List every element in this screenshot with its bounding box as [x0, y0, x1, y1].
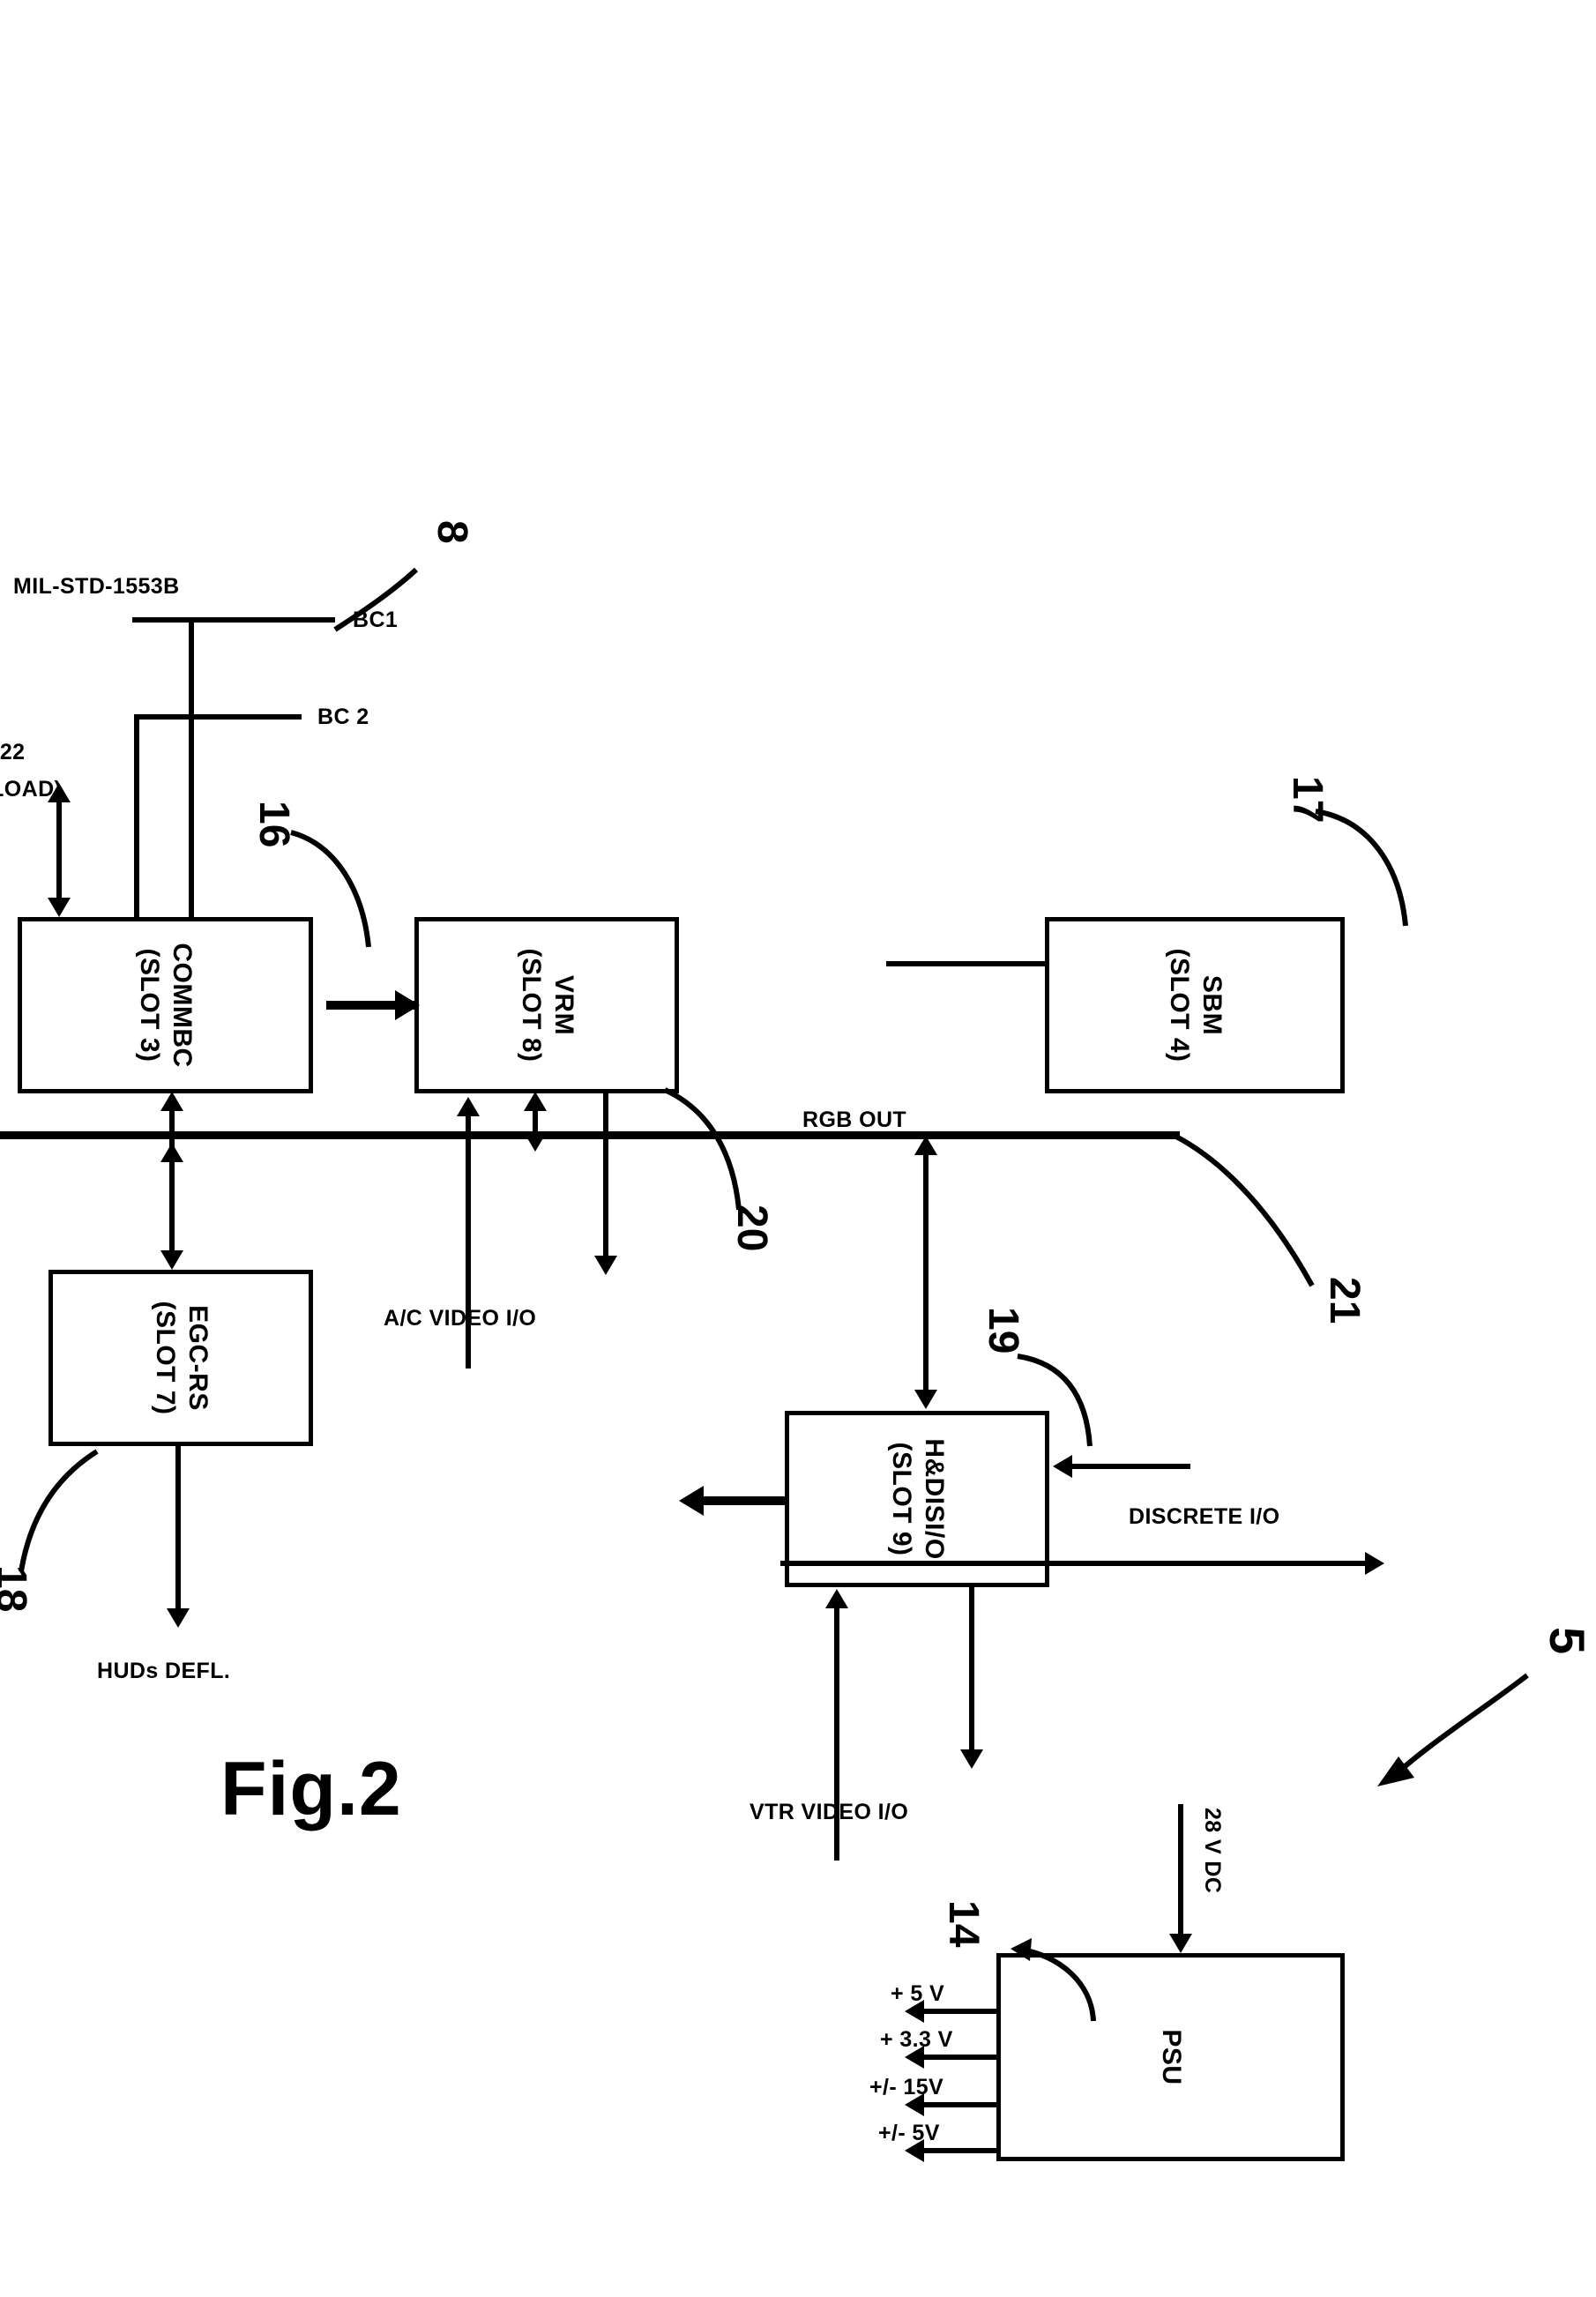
ac-video-in-arrowhead — [457, 1097, 480, 1116]
block-slot4-label-2: (SLOT 4) — [1165, 948, 1194, 1063]
bus-slot9-arrow-left — [914, 1136, 937, 1155]
psu-out-2-line — [919, 2055, 996, 2060]
block-slot8-label-2: (SLOT 8) — [517, 948, 546, 1063]
label-28vdc: 28 V DC — [1200, 1808, 1225, 1894]
sbm-to-vrm-v — [886, 961, 1045, 966]
psu-input-arrowhead — [1169, 1934, 1192, 1953]
ref-5-leader — [1377, 1673, 1529, 1786]
bus-slot4-arrow-left — [524, 1092, 547, 1111]
vtr-out-arrowhead — [960, 1749, 983, 1769]
backplane-bus-line — [0, 1131, 1180, 1139]
diagram-stage: PSU 28 V DC 14 + 5 V + 3.3 V +/- 15V +/-… — [0, 0, 1596, 2297]
ref-8: 8 — [429, 520, 475, 544]
huds-defl-arrowhead — [167, 1608, 190, 1628]
label-mil-std-1553b: MIL-STD-1553B — [13, 574, 180, 599]
block-psu-label: PSU — [1156, 2029, 1186, 2085]
vtr-out-line — [969, 1587, 974, 1755]
discrete-in-arrowhead — [1053, 1455, 1072, 1478]
label-rs422-debug-1: RS422 — [0, 740, 26, 764]
block-slot7-label-2: (SLOT 7) — [151, 1301, 180, 1415]
psu-input-line — [1178, 1804, 1183, 1936]
ref-14: 14 — [940, 1900, 987, 1948]
bc2-stub — [134, 714, 139, 917]
label-psu-out-3: +/- 15V — [869, 2075, 944, 2099]
ref-5: 5 — [1540, 1627, 1595, 1655]
patent-figure-sheet: PSU 28 V DC 14 + 5 V + 3.3 V +/- 15V +/-… — [0, 0, 1596, 2297]
bus-slot7-arrow-right — [160, 1250, 183, 1270]
label-vtr-video-io: VTR VIDEO I/O — [750, 1800, 909, 1824]
label-rs422-debug-2: (DEBUG/DOWNLOAD) — [0, 777, 63, 802]
label-psu-out-2: + 3.3 V — [880, 2027, 953, 2052]
block-slot9-label-2: (SLOT 9) — [887, 1442, 916, 1556]
label-bc2: BC 2 — [317, 705, 369, 729]
bus-mid-arrow-left — [160, 1143, 183, 1162]
slot9-to-slot8-arrowhead — [679, 1486, 704, 1516]
ref-14-leader — [1011, 1938, 1096, 2022]
ref-18-leader — [19, 1449, 99, 1572]
ref-21-leader — [1173, 1133, 1315, 1287]
bus-slot3-arrow-left — [160, 1092, 183, 1111]
bc1-stub — [189, 617, 194, 917]
bus-slot3-slot7-line — [169, 1104, 175, 1263]
label-huds-defl: HUDs DEFL. — [97, 1659, 231, 1683]
block-slot7[interactable]: EGC-RS (SLOT 7) — [48, 1270, 313, 1446]
ref-17: 17 — [1284, 776, 1331, 824]
block-slot3[interactable]: COMMBC (SLOT 3) — [18, 917, 313, 1093]
bus-slot9-line — [923, 1146, 929, 1402]
block-slot3-label-1: COMMBC — [168, 943, 198, 1068]
label-ac-video-io: A/C VIDEO I/O — [384, 1306, 537, 1331]
rs422-debug-line — [56, 795, 62, 910]
ac-video-out-line — [603, 1093, 608, 1261]
slot7-to-slot8-arrowhead — [395, 990, 420, 1020]
ref-19: 19 — [980, 1307, 1026, 1354]
bus-slot9-arrow-right — [914, 1390, 937, 1409]
block-slot9-label-1: H&DISI/O — [919, 1438, 949, 1560]
discrete-out-arrowhead — [1365, 1552, 1384, 1575]
rs422-debug-arrow-right — [48, 898, 71, 917]
ref-19-leader — [1017, 1354, 1093, 1447]
block-slot8-label-1: VRM — [548, 974, 578, 1036]
ref-20-leader — [663, 1087, 742, 1211]
ac-video-out-arrowhead — [594, 1256, 617, 1275]
block-slot4-label-1: SBM — [1197, 974, 1227, 1036]
label-psu-out-1: + 5 V — [891, 1981, 945, 2006]
discrete-out-line — [780, 1561, 1380, 1566]
label-rgb-out: RGB OUT — [802, 1107, 907, 1132]
label-discrete-io: DISCRETE I/O — [1129, 1504, 1280, 1529]
vtr-in-arrowhead — [825, 1589, 848, 1608]
psu-out-1-line — [919, 2009, 996, 2014]
ref-21: 21 — [1321, 1277, 1368, 1324]
ref-20: 20 — [728, 1204, 775, 1252]
block-slot4[interactable]: SBM (SLOT 4) — [1045, 917, 1345, 1093]
huds-defl-line — [175, 1446, 181, 1614]
block-slot7-label-1: EGC-RS — [183, 1305, 213, 1411]
slot9-to-slot8-line — [697, 1496, 785, 1505]
psu-out-4-line — [919, 2148, 996, 2153]
psu-out-3-line — [919, 2102, 996, 2107]
block-slot3-label-2: (SLOT 3) — [135, 948, 165, 1063]
label-psu-out-4: +/- 5V — [878, 2121, 940, 2145]
mil-std-bus-bar-1 — [132, 617, 335, 623]
mil-std-bus-bar-2 — [138, 714, 302, 720]
discrete-in-line — [1067, 1464, 1190, 1469]
ref-8-leader — [333, 567, 419, 632]
figure-caption: Fig.2 — [220, 1747, 402, 1831]
ref-16: 16 — [250, 801, 297, 848]
block-slot8[interactable]: VRM (SLOT 8) — [414, 917, 679, 1093]
bus-slot4-arrow-right — [524, 1132, 547, 1152]
ref-18: 18 — [0, 1565, 34, 1613]
